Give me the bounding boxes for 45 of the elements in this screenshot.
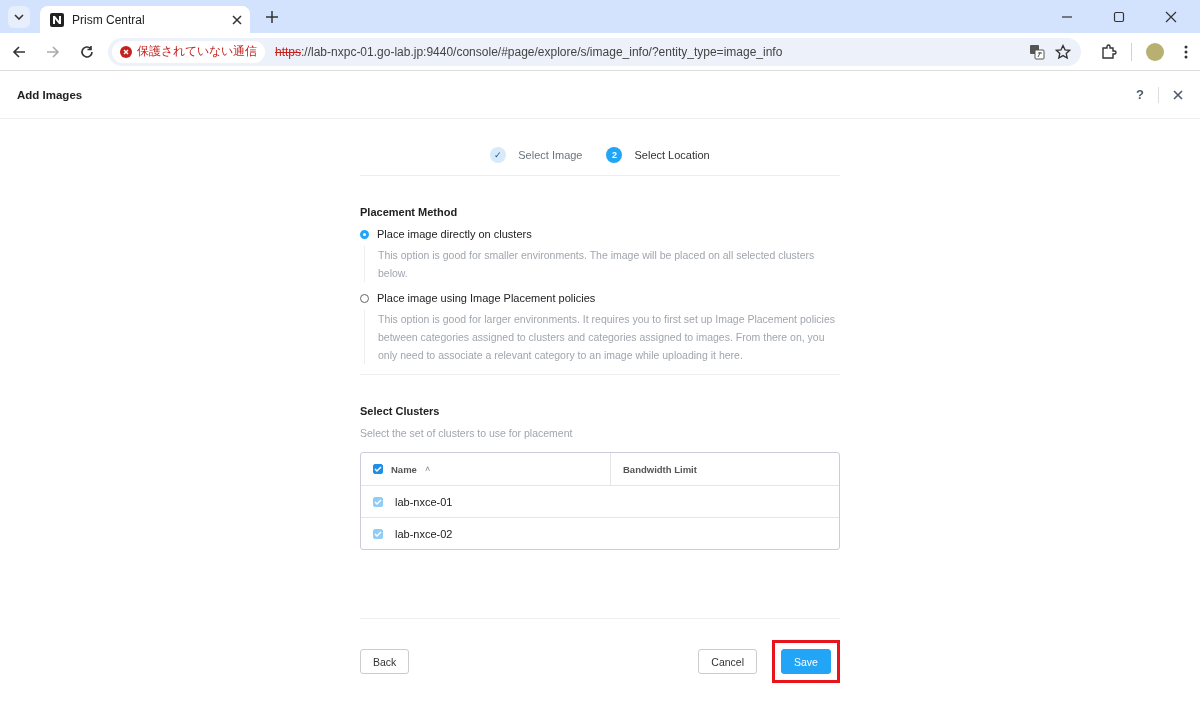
option-label: Place image using Image Placement policies: [377, 292, 596, 304]
step-number: ✓: [490, 147, 507, 163]
new-tab-icon[interactable]: [266, 10, 278, 23]
help-button[interactable]: ?: [1136, 87, 1144, 102]
caret-icon: [14, 13, 24, 20]
close-icon[interactable]: [1173, 89, 1183, 100]
site-logo-icon: [50, 12, 64, 27]
puzzle-piece-icon[interactable]: [1101, 43, 1117, 60]
cluster-name: lab-nxce-02: [395, 527, 453, 540]
browser-tab[interactable]: Prism Central: [40, 6, 250, 33]
column-header[interactable]: Bandwidth Limit: [623, 463, 697, 475]
option-label: Place image directly on clusters: [377, 228, 532, 240]
section-heading: Placement Method: [360, 206, 459, 218]
security-label: 保護されていない通信: [137, 44, 257, 59]
security-chip[interactable]: 保護されていない通信: [112, 40, 265, 63]
star-icon[interactable]: [1055, 43, 1071, 60]
translate-icon[interactable]: [1029, 43, 1045, 60]
step-label: Select Location: [634, 149, 710, 161]
radio-button[interactable]: [360, 229, 369, 239]
option-description: This option is good for larger environments. It requires you to first set up Image Placement policies between categories assigned to clusters and categories assigned to images. From there on, you only need to associate a relevant category to an image while uploading it here.: [364, 310, 840, 364]
tab-title: Prism Central: [72, 12, 146, 27]
dialog-title: Add Images: [17, 88, 83, 101]
reload-icon[interactable]: [80, 44, 94, 59]
section-hint: Select the set of clusters to use for placement: [360, 427, 574, 439]
row-checkbox[interactable]: [373, 528, 383, 539]
error-icon: [120, 45, 132, 58]
row-checkbox[interactable]: [373, 496, 383, 507]
close-icon[interactable]: [232, 14, 242, 25]
address-bar[interactable]: 保護されていない通信 https://lab-nxpc-01.go-lab.jp:9440/console/#page/explore/s/image_info/?entity_type=image_info: [108, 37, 1081, 66]
more-menu-icon[interactable]: [1184, 44, 1188, 59]
select-all-checkbox[interactable]: [373, 464, 383, 474]
option-description: This option is good for smaller environments. The image will be placed on all selected clusters below.: [364, 246, 840, 282]
tab-list-button[interactable]: [8, 5, 30, 28]
step-label: Select Image: [518, 149, 583, 161]
maximize-icon[interactable]: [1113, 10, 1125, 23]
column-header[interactable]: Name: [391, 463, 417, 475]
step-number: 2: [606, 147, 623, 163]
close-icon[interactable]: [1165, 10, 1177, 23]
section-heading: Select Clusters: [360, 405, 441, 417]
back-arrow-icon[interactable]: [12, 44, 26, 59]
url-text: https://lab-nxpc-01.go-lab.jp:9440/console/#page/explore/s/image_info/?entity_type=image_info: [275, 44, 783, 59]
sort-indicator[interactable]: ˄: [424, 464, 431, 474]
cancel-button[interactable]: Cancel: [698, 649, 757, 674]
cluster-name: lab-nxce-01: [395, 495, 453, 508]
back-button[interactable]: Back: [360, 649, 410, 674]
